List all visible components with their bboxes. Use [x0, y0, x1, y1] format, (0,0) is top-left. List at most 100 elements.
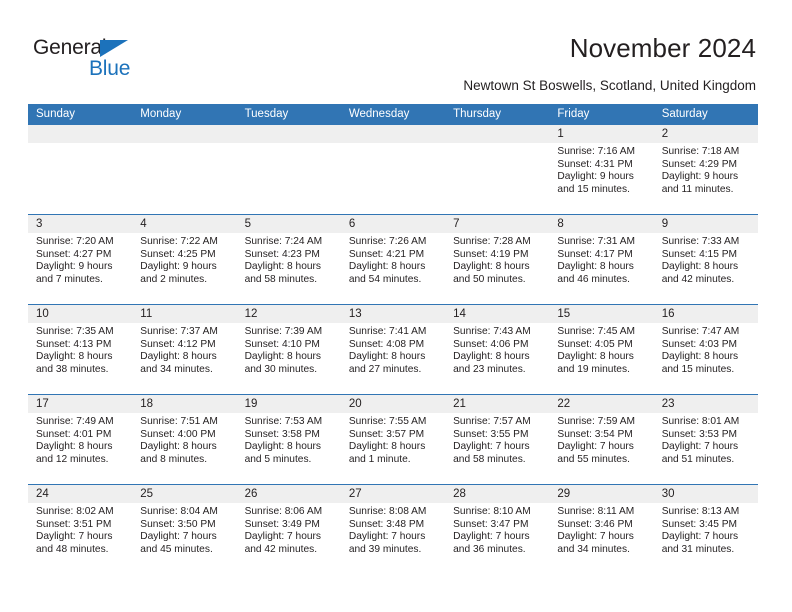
day-number[interactable]: 11 — [132, 305, 236, 323]
brand-name-blue: Blue — [89, 57, 131, 80]
day-number[interactable]: 27 — [341, 485, 445, 503]
day-cell-empty — [28, 143, 132, 214]
day-number[interactable]: 19 — [237, 395, 341, 413]
day-cell[interactable]: Sunrise: 8:06 AM Sunset: 3:49 PM Daylight:… — [237, 503, 341, 574]
daylight-text: Daylight: 9 hours — [140, 261, 217, 273]
day-number[interactable]: 13 — [341, 305, 445, 323]
sunrise-text: Sunrise: 8:10 AM — [453, 506, 531, 517]
day-number-empty — [28, 125, 132, 143]
day-cell[interactable]: Sunrise: 7:33 AM Sunset: 4:15 PM Daylight:… — [654, 233, 758, 304]
daylight-text: Daylight: 7 hours — [557, 441, 634, 453]
day-cell[interactable]: Sunrise: 7:47 AM Sunset: 4:03 PM Daylight:… — [654, 323, 758, 394]
daylight-text: Daylight: 7 hours — [453, 441, 530, 453]
day-number[interactable]: 5 — [237, 215, 341, 233]
day-number[interactable]: 28 — [445, 485, 549, 503]
day-cell[interactable]: Sunrise: 7:49 AM Sunset: 4:01 PM Daylight:… — [28, 413, 132, 484]
day-number[interactable]: 6 — [341, 215, 445, 233]
daylight-text-cont: and 58 minutes. — [453, 453, 526, 465]
sunset-text: Sunset: 3:55 PM — [453, 428, 529, 440]
day-number[interactable]: 25 — [132, 485, 236, 503]
sunset-text: Sunset: 4:05 PM — [557, 338, 633, 350]
day-number[interactable]: 22 — [549, 395, 653, 413]
day-cell[interactable]: Sunrise: 7:18 AM Sunset: 4:29 PM Daylight:… — [654, 143, 758, 214]
daylight-text: Daylight: 8 hours — [36, 441, 113, 453]
day-cell[interactable]: Sunrise: 7:39 AM Sunset: 4:10 PM Daylight:… — [237, 323, 341, 394]
day-number[interactable]: 24 — [28, 485, 132, 503]
page-subtitle: Newtown St Boswells, Scotland, United Ki… — [463, 78, 756, 93]
daylight-text-cont: and 15 minutes. — [557, 183, 630, 195]
daylight-text: Daylight: 8 hours — [36, 351, 113, 363]
day-cell[interactable]: Sunrise: 8:08 AM Sunset: 3:48 PM Daylight:… — [341, 503, 445, 574]
day-cell[interactable]: Sunrise: 8:04 AM Sunset: 3:50 PM Daylight:… — [132, 503, 236, 574]
day-number-empty — [445, 125, 549, 143]
day-number[interactable]: 20 — [341, 395, 445, 413]
sunset-text: Sunset: 3:46 PM — [557, 518, 633, 530]
day-number[interactable]: 17 — [28, 395, 132, 413]
day-number[interactable]: 29 — [549, 485, 653, 503]
sunrise-text: Sunrise: 8:04 AM — [140, 506, 218, 517]
sunrise-text: Sunrise: 7:35 AM — [36, 326, 114, 337]
day-cell[interactable]: Sunrise: 7:57 AM Sunset: 3:55 PM Daylight:… — [445, 413, 549, 484]
daylight-text-cont: and 50 minutes. — [453, 273, 526, 285]
day-cell[interactable]: Sunrise: 7:53 AM Sunset: 3:58 PM Daylight:… — [237, 413, 341, 484]
day-number[interactable]: 7 — [445, 215, 549, 233]
day-number[interactable]: 10 — [28, 305, 132, 323]
day-cell[interactable]: Sunrise: 7:26 AM Sunset: 4:21 PM Daylight:… — [341, 233, 445, 304]
day-number[interactable]: 14 — [445, 305, 549, 323]
day-number[interactable]: 12 — [237, 305, 341, 323]
page-header: General Blue November 2024 Newtown St Bo… — [0, 0, 792, 100]
day-cell[interactable]: Sunrise: 7:43 AM Sunset: 4:06 PM Daylight:… — [445, 323, 549, 394]
day-number[interactable]: 9 — [654, 215, 758, 233]
day-number[interactable]: 3 — [28, 215, 132, 233]
day-cell[interactable]: Sunrise: 8:10 AM Sunset: 3:47 PM Daylight:… — [445, 503, 549, 574]
sunset-text: Sunset: 4:00 PM — [140, 428, 216, 440]
daylight-text-cont: and 48 minutes. — [36, 543, 109, 555]
day-cell[interactable]: Sunrise: 7:59 AM Sunset: 3:54 PM Daylight:… — [549, 413, 653, 484]
day-cell[interactable]: Sunrise: 7:31 AM Sunset: 4:17 PM Daylight:… — [549, 233, 653, 304]
sunrise-text: Sunrise: 8:01 AM — [661, 416, 740, 427]
day-number[interactable]: 15 — [549, 305, 653, 323]
general-blue-logo: General Blue — [33, 36, 213, 84]
daylight-text-cont: and 5 minutes. — [244, 453, 312, 465]
daylight-text-cont: and 45 minutes. — [140, 543, 213, 555]
day-cell[interactable]: Sunrise: 7:35 AM Sunset: 4:13 PM Daylight:… — [28, 323, 132, 394]
daylight-text: Daylight: 8 hours — [661, 351, 739, 363]
day-number[interactable]: 30 — [654, 485, 758, 503]
day-number[interactable]: 26 — [237, 485, 341, 503]
sunset-text: Sunset: 4:15 PM — [661, 248, 738, 260]
day-cell[interactable]: Sunrise: 7:24 AM Sunset: 4:23 PM Daylight:… — [237, 233, 341, 304]
sunrise-text: Sunrise: 7:28 AM — [453, 236, 531, 247]
sunset-text: Sunset: 4:03 PM — [661, 338, 738, 350]
day-number[interactable]: 4 — [132, 215, 236, 233]
daylight-text-cont: and 23 minutes. — [453, 363, 526, 375]
day-cell[interactable]: Sunrise: 7:45 AM Sunset: 4:05 PM Daylight:… — [549, 323, 653, 394]
day-number[interactable]: 21 — [445, 395, 549, 413]
day-number[interactable]: 16 — [654, 305, 758, 323]
day-cell[interactable]: Sunrise: 7:28 AM Sunset: 4:19 PM Daylight:… — [445, 233, 549, 304]
day-number-empty — [132, 125, 236, 143]
day-cell[interactable]: Sunrise: 7:37 AM Sunset: 4:12 PM Daylight:… — [132, 323, 236, 394]
day-number[interactable]: 8 — [549, 215, 653, 233]
day-cell[interactable]: Sunrise: 8:02 AM Sunset: 3:51 PM Daylight:… — [28, 503, 132, 574]
day-cell[interactable]: Sunrise: 7:51 AM Sunset: 4:00 PM Daylight:… — [132, 413, 236, 484]
daylight-text: Daylight: 8 hours — [557, 261, 634, 273]
sunrise-text: Sunrise: 7:41 AM — [348, 326, 427, 337]
day-cell[interactable]: Sunrise: 8:13 AM Sunset: 3:45 PM Daylight:… — [654, 503, 758, 574]
day-cell[interactable]: Sunrise: 7:41 AM Sunset: 4:08 PM Daylight:… — [341, 323, 445, 394]
sunset-text: Sunset: 3:51 PM — [36, 518, 112, 530]
day-cell[interactable]: Sunrise: 7:20 AM Sunset: 4:27 PM Daylight:… — [28, 233, 132, 304]
day-cell[interactable]: Sunrise: 7:55 AM Sunset: 3:57 PM Daylight:… — [341, 413, 445, 484]
day-number[interactable]: 2 — [654, 125, 758, 143]
daylight-text: Daylight: 7 hours — [244, 531, 322, 543]
month-calendar: Sunday Monday Tuesday Wednesday Thursday Frid… — [28, 104, 758, 574]
day-cell[interactable]: Sunrise: 7:16 AM Sunset: 4:31 PM Daylight:… — [549, 143, 653, 214]
day-cell[interactable]: Sunrise: 8:11 AM Sunset: 3:46 PM Daylight:… — [549, 503, 653, 574]
daylight-text-cont: and 51 minutes. — [661, 453, 735, 465]
day-number[interactable]: 23 — [654, 395, 758, 413]
calendar-page: General Blue November 2024 Newtown St Bo… — [0, 0, 792, 612]
day-number-empty — [237, 125, 341, 143]
day-number[interactable]: 18 — [132, 395, 236, 413]
day-number[interactable]: 1 — [549, 125, 653, 143]
day-cell[interactable]: Sunrise: 8:01 AM Sunset: 3:53 PM Daylight:… — [654, 413, 758, 484]
day-cell[interactable]: Sunrise: 7:22 AM Sunset: 4:25 PM Daylight:… — [132, 233, 236, 304]
